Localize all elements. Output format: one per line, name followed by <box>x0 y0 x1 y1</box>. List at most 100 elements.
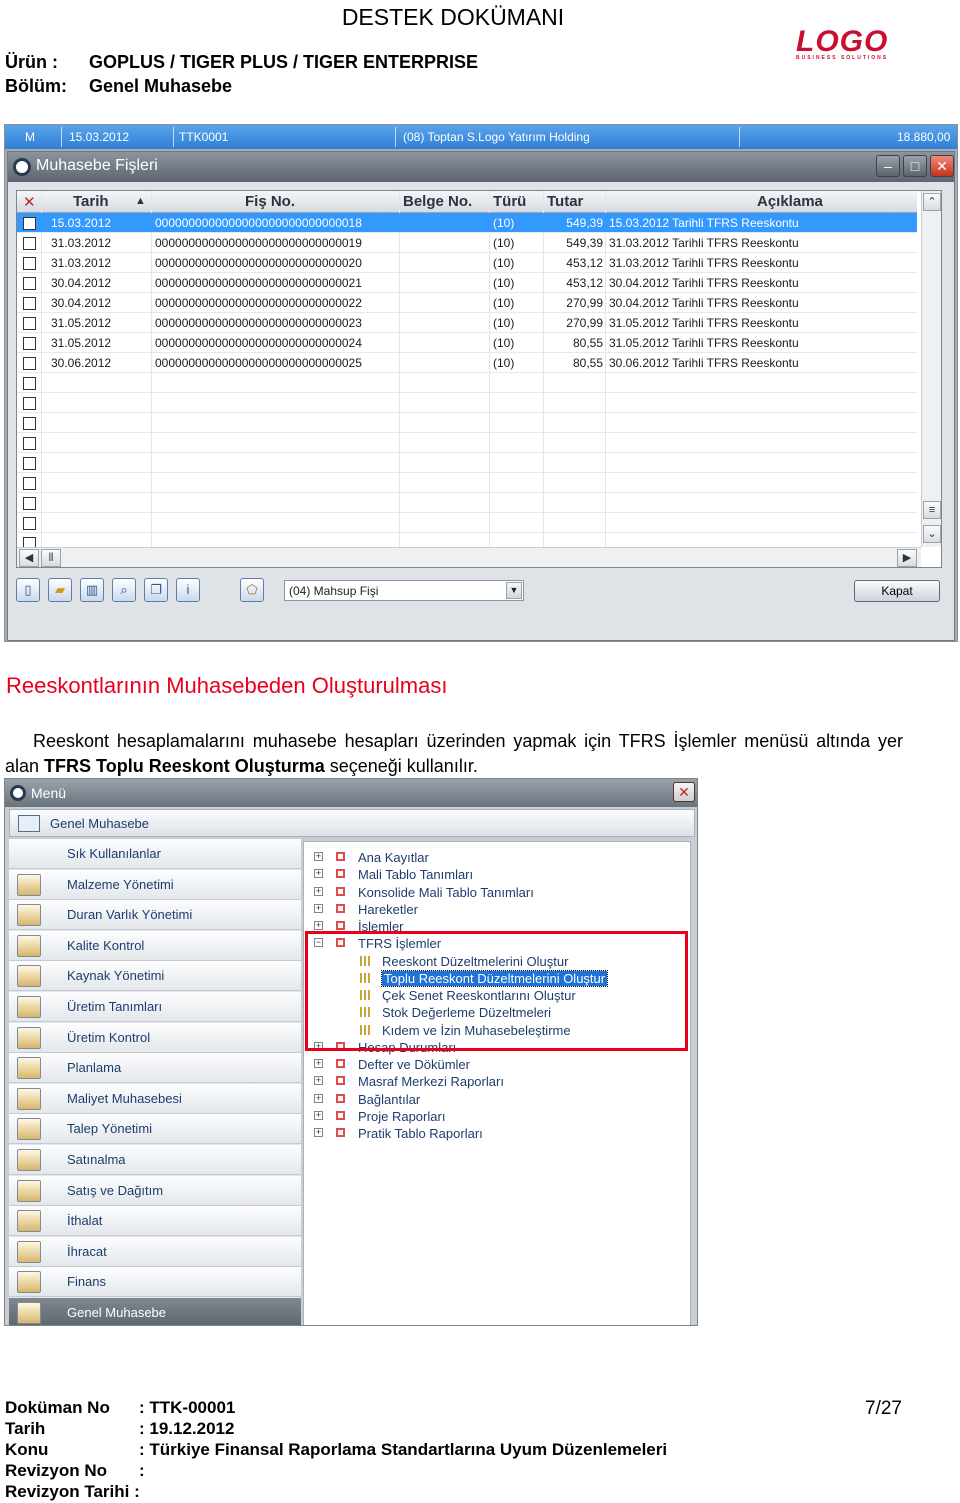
expand-icon[interactable]: + <box>314 1110 323 1120</box>
table-row[interactable]: 30.04.2012 000000000000000000000000000002… <box>17 273 917 293</box>
module-item[interactable]: Duran Varlık Yönetimi <box>9 900 301 931</box>
row-checkbox[interactable] <box>23 257 36 270</box>
minimize-button[interactable]: – <box>876 155 900 177</box>
table-row[interactable] <box>17 413 917 433</box>
row-checkbox[interactable] <box>23 217 36 230</box>
row-checkbox[interactable] <box>23 237 36 250</box>
table-row[interactable] <box>17 453 917 473</box>
col-belge-no[interactable]: Belge No. <box>403 193 472 210</box>
table-row[interactable] <box>17 373 917 393</box>
module-item[interactable]: Sık Kullanılanlar <box>9 839 301 869</box>
tree-item[interactable]: + Hareketler <box>304 901 684 917</box>
expand-icon[interactable]: + <box>314 852 323 861</box>
row-checkbox[interactable] <box>23 497 36 510</box>
select-all-icon[interactable]: ✕ <box>23 193 36 211</box>
delete-trash-icon[interactable]: ▥ <box>80 578 104 602</box>
new-document-icon[interactable]: ▯ <box>16 578 40 602</box>
expand-icon[interactable]: + <box>314 886 323 896</box>
open-folder-icon[interactable]: ▰ <box>48 578 72 602</box>
table-row[interactable] <box>17 393 917 413</box>
row-checkbox[interactable] <box>23 517 36 530</box>
expand-icon[interactable]: + <box>314 1093 323 1103</box>
tree-item[interactable]: + Konsolide Mali Tablo Tanımları <box>304 884 684 900</box>
module-item[interactable]: Talep Yönetimi <box>9 1114 301 1145</box>
expand-icon[interactable]: + <box>314 903 323 913</box>
scroll-right-icon[interactable]: ▶ <box>897 549 917 567</box>
module-item[interactable]: Üretim Kontrol <box>9 1022 301 1053</box>
col-tarih[interactable]: Tarih <box>73 193 109 210</box>
scroll-up-icon[interactable]: ⌃ <box>923 193 941 211</box>
row-checkbox[interactable] <box>23 377 36 390</box>
col-fis-no[interactable]: Fiş No. <box>245 193 295 210</box>
module-item[interactable]: Planlama <box>9 1053 301 1084</box>
module-item[interactable]: Kalite Kontrol <box>9 930 301 961</box>
tree-item[interactable]: + Mali Tablo Tanımları <box>304 866 684 882</box>
row-checkbox[interactable] <box>23 397 36 410</box>
table-row[interactable] <box>17 473 917 493</box>
table-row[interactable]: 31.05.2012 000000000000000000000000000002… <box>17 313 917 333</box>
expand-icon[interactable]: + <box>314 1059 323 1068</box>
scroll-down-icon[interactable]: ⌄ <box>923 525 941 543</box>
row-checkbox[interactable] <box>23 457 36 470</box>
table-row[interactable]: 15.03.2012 000000000000000000000000000001… <box>17 213 917 233</box>
col-turu[interactable]: Türü <box>493 193 526 210</box>
table-row[interactable]: 30.04.2012 000000000000000000000000000002… <box>17 293 917 313</box>
module-item[interactable]: Satış ve Dağıtım <box>9 1175 301 1206</box>
expand-icon[interactable]: + <box>314 921 323 930</box>
module-item[interactable]: Üretim Tanımları <box>9 992 301 1022</box>
module-item[interactable]: İhracat <box>9 1236 301 1267</box>
tree-item[interactable]: + Pratik Tablo Raporları <box>304 1125 684 1141</box>
close-icon[interactable]: ✕ <box>673 782 695 802</box>
tree-item[interactable]: + Ana Kayıtlar <box>304 849 684 865</box>
info-icon[interactable]: i <box>176 578 200 602</box>
row-checkbox[interactable] <box>23 337 36 350</box>
fis-grid[interactable]: ✕ Tarih ▲ Fiş No. Belge No. Türü Tutar A… <box>16 190 942 568</box>
kapat-button[interactable]: Kapat <box>854 580 940 602</box>
tree-item[interactable]: + Masraf Merkezi Raporları <box>304 1073 684 1089</box>
col-aciklama[interactable]: Açıklama <box>757 193 823 210</box>
close-button[interactable]: ✕ <box>930 155 954 177</box>
row-checkbox[interactable] <box>23 477 36 490</box>
hscroll-thumb[interactable]: ⦀ <box>41 549 61 567</box>
expand-icon[interactable]: + <box>314 869 323 879</box>
expand-icon[interactable]: + <box>314 1076 323 1086</box>
fis-type-select[interactable]: (04) Mahsup Fişi ▼ <box>284 580 524 601</box>
module-item[interactable]: İthalat <box>9 1206 301 1237</box>
expand-icon[interactable]: + <box>314 1128 323 1137</box>
row-checkbox[interactable] <box>23 357 36 370</box>
table-row[interactable] <box>17 433 917 453</box>
col-tutar[interactable]: Tutar <box>547 193 583 210</box>
scroll-left-icon[interactable]: ◀ <box>19 549 39 567</box>
row-checkbox[interactable] <box>23 317 36 330</box>
row-checkbox[interactable] <box>23 277 36 290</box>
tree-item[interactable]: + Bağlantılar <box>304 1091 684 1107</box>
horizontal-scrollbar[interactable]: ◀ ⦀ ▶ <box>17 547 921 567</box>
row-checkbox[interactable] <box>23 437 36 450</box>
module-item[interactable]: Kaynak Yönetimi <box>9 961 301 992</box>
tree-item[interactable]: + Defter ve Dökümler <box>304 1056 684 1072</box>
menu-titlebar[interactable]: Menü ✕ <box>5 779 697 807</box>
table-row[interactable]: 31.03.2012 000000000000000000000000000001… <box>17 233 917 253</box>
module-item[interactable]: Maliyet Muhasebesi <box>9 1083 301 1114</box>
module-item[interactable]: Finans <box>9 1267 301 1298</box>
maximize-button[interactable]: □ <box>903 155 927 177</box>
table-row[interactable]: 30.06.2012 000000000000000000000000000002… <box>17 353 917 373</box>
row-checkbox[interactable] <box>23 417 36 430</box>
module-item[interactable]: Malzeme Yönetimi <box>9 869 301 900</box>
table-row[interactable] <box>17 493 917 513</box>
module-item[interactable]: Genel Muhasebe <box>9 1298 301 1325</box>
window-titlebar[interactable]: Muhasebe Fişleri – □ ✕ <box>8 152 954 182</box>
module-item[interactable]: Satınalma <box>9 1145 301 1175</box>
table-row[interactable]: 31.03.2012 000000000000000000000000000002… <box>17 253 917 273</box>
copy-icon[interactable]: ❐ <box>144 578 168 602</box>
table-row[interactable]: 31.05.2012 000000000000000000000000000002… <box>17 333 917 353</box>
table-row[interactable] <box>17 513 917 533</box>
muhasebe-fisleri-screenshot: M 15.03.2012 TTK0001 (08) Toptan S.Logo … <box>4 124 958 642</box>
tree-item[interactable]: + Proje Raporları <box>304 1108 684 1124</box>
search-icon[interactable]: ⌕ <box>112 578 136 602</box>
vertical-scrollbar[interactable]: ⌃ ≡ ⌄ <box>921 191 941 547</box>
scroll-thumb[interactable]: ≡ <box>923 501 941 519</box>
chevron-down-icon[interactable]: ▼ <box>506 582 522 599</box>
row-checkbox[interactable] <box>23 297 36 310</box>
filter-icon[interactable]: ⬠ <box>240 578 264 602</box>
